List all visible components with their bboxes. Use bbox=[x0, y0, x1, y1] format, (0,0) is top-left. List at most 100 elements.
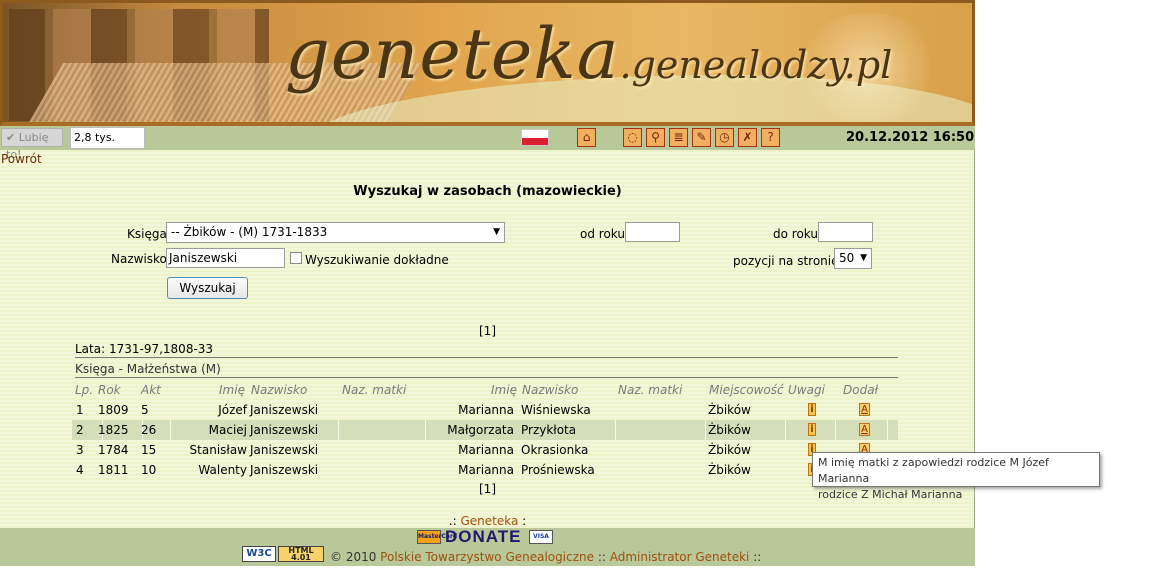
footer-sep: : bbox=[518, 514, 527, 528]
toolbar: ✔ Lubię to! 2,8 tys. ⌂ ◌ ⚲ ≣ ✎ ◷ ✗ ? 20.… bbox=[0, 126, 975, 161]
clock-icon[interactable]: ◷ bbox=[715, 128, 734, 147]
col-header-added-by: Dodał bbox=[843, 383, 878, 397]
cell-place: Żbików bbox=[708, 443, 751, 457]
col-header-place: Miejscowość bbox=[709, 383, 784, 397]
col-header-bride-name: Imię bbox=[491, 383, 517, 397]
col-header-lp: Lp. bbox=[75, 383, 94, 397]
cell-groom-surname: Janiszewski bbox=[250, 463, 319, 477]
cell-groom-name: Józef bbox=[218, 403, 247, 417]
surname-label: Nazwisko bbox=[111, 252, 167, 266]
cell-lp: 4 bbox=[76, 463, 84, 477]
book-label: Księga bbox=[127, 227, 167, 241]
back-link[interactable]: Powrót bbox=[1, 152, 42, 166]
copyright-text: © 2010 bbox=[330, 550, 381, 564]
from-year-input[interactable] bbox=[625, 222, 680, 242]
html401-badge[interactable]: HTML 4.01 bbox=[278, 546, 324, 562]
cell-bride-name: Marianna bbox=[458, 463, 514, 477]
footer-sep: :: bbox=[749, 550, 762, 564]
divider bbox=[75, 377, 898, 378]
to-year-input[interactable] bbox=[818, 222, 873, 242]
cell-place: Żbików bbox=[708, 403, 751, 417]
col-header-notes: Uwagi bbox=[788, 383, 825, 397]
cell-rok: 1825 bbox=[98, 423, 129, 437]
from-year-label: od roku bbox=[580, 227, 625, 241]
home-icon[interactable]: ⌂ bbox=[577, 128, 596, 147]
table-row[interactable]: 3 1784 15 Stanisław Janiszewski Marianna… bbox=[72, 440, 898, 460]
admin-link[interactable]: Administrator Geneteki bbox=[610, 550, 750, 564]
cell-akt: 5 bbox=[141, 403, 149, 417]
exact-search-label: Wyszukiwanie dokładne bbox=[305, 253, 449, 267]
per-page-select[interactable]: 50 ▼ bbox=[834, 248, 872, 269]
added-by-icon[interactable]: A bbox=[859, 403, 870, 416]
footer-nav: .: Geneteka : bbox=[0, 514, 975, 528]
search-button[interactable]: Wyszukaj bbox=[167, 277, 248, 299]
cell-groom-surname: Janiszewski bbox=[250, 443, 319, 457]
current-datetime: 20.12.2012 16:50 bbox=[846, 130, 975, 145]
page-link-1[interactable]: [1] bbox=[479, 324, 496, 338]
table-row[interactable]: 4 1811 10 Walenty Janiszewski Marianna P… bbox=[72, 460, 898, 480]
col-header-bride-mother: Naz. matki bbox=[618, 383, 683, 397]
cell-bride-surname: Prośniewska bbox=[521, 463, 595, 477]
cell-akt: 10 bbox=[141, 463, 157, 477]
cell-bride-name: Marianna bbox=[458, 403, 514, 417]
col-header-groom-name: Imię bbox=[219, 383, 245, 397]
table-row[interactable]: 2 1825 26 Maciej Janiszewski Małgorzata … bbox=[72, 420, 898, 440]
cell-akt: 15 bbox=[141, 443, 157, 457]
cell-bride-surname: Przykłota bbox=[521, 423, 577, 437]
info-icon[interactable]: i bbox=[808, 403, 816, 416]
cell-groom-surname: Janiszewski bbox=[250, 403, 319, 417]
like-count: 2,8 tys. bbox=[70, 127, 145, 149]
w3c-badge[interactable]: W3C bbox=[242, 546, 276, 562]
info-icon[interactable]: i bbox=[808, 423, 816, 436]
tooltip-line: M imię matki z zapowiedzi rodzice M Józe… bbox=[818, 456, 1049, 485]
page-title: Wyszukaj w zasobach (mazowieckie) bbox=[353, 184, 622, 199]
list-icon[interactable]: ≣ bbox=[669, 128, 688, 147]
years-range: Lata: 1731-97,1808-33 bbox=[75, 342, 214, 356]
col-header-groom-surname: Nazwisko bbox=[251, 383, 308, 397]
cell-bride-name: Marianna bbox=[458, 443, 514, 457]
notes-tooltip: M imię matki z zapowiedzi rodzice M Józe… bbox=[812, 452, 1100, 501]
geneteka-link[interactable]: Geneteka bbox=[460, 514, 518, 528]
cell-groom-name: Maciej bbox=[208, 423, 247, 437]
cell-rok: 1811 bbox=[98, 463, 129, 477]
ptg-link[interactable]: Polskie Towarzystwo Genealogiczne bbox=[380, 550, 594, 564]
cell-groom-surname: Janiszewski bbox=[250, 423, 319, 437]
visa-icon: VISA bbox=[529, 530, 553, 544]
donate-label: DONATE bbox=[445, 527, 522, 546]
col-header-rok: Rok bbox=[98, 383, 121, 397]
cell-rok: 1784 bbox=[98, 443, 129, 457]
pager-top[interactable]: [1] bbox=[0, 324, 975, 338]
exact-search-checkbox[interactable] bbox=[290, 252, 302, 264]
edit-icon[interactable]: ✎ bbox=[692, 128, 711, 147]
tools-icon[interactable]: ✗ bbox=[738, 128, 757, 147]
site-banner[interactable]: geneteka.genealodzy.pl bbox=[0, 0, 975, 126]
added-by-icon[interactable]: A bbox=[859, 423, 870, 436]
cell-place: Żbików bbox=[708, 423, 751, 437]
book-type: Księga - Małżeństwa (M) bbox=[75, 362, 221, 376]
cell-lp: 3 bbox=[76, 443, 84, 457]
page-link-1[interactable]: [1] bbox=[479, 482, 496, 496]
polish-flag-icon[interactable] bbox=[521, 129, 549, 146]
book-select-value: -- Żbików - (M) 1731-1833 bbox=[171, 225, 328, 239]
help-icon[interactable]: ? bbox=[761, 128, 780, 147]
footer-sep: :: bbox=[594, 550, 610, 564]
cell-bride-name: Małgorzata bbox=[447, 423, 514, 437]
footer-sep: .: bbox=[448, 514, 461, 528]
cell-lp: 1 bbox=[76, 403, 84, 417]
map-icon[interactable]: ◌ bbox=[623, 128, 642, 147]
facebook-like-button[interactable]: ✔ Lubię to! bbox=[1, 128, 63, 161]
surname-input[interactable]: Janiszewski bbox=[166, 248, 285, 268]
table-row[interactable]: 1 1809 5 Józef Janiszewski Marianna Wiśn… bbox=[72, 400, 898, 420]
cell-rok: 1809 bbox=[98, 403, 129, 417]
per-page-label: pozycji na stronie bbox=[733, 254, 839, 268]
book-select[interactable]: -- Żbików - (M) 1731-1833 ▼ bbox=[166, 222, 505, 243]
site-logo: geneteka.genealodzy.pl bbox=[285, 13, 893, 95]
cell-lp: 2 bbox=[76, 423, 84, 437]
col-header-groom-mother: Naz. matki bbox=[342, 383, 407, 397]
chevron-down-icon: ▼ bbox=[860, 253, 867, 263]
search-icon[interactable]: ⚲ bbox=[646, 128, 665, 147]
cell-place: Żbików bbox=[708, 463, 751, 477]
cell-groom-name: Walenty bbox=[198, 463, 247, 477]
col-header-akt: Akt bbox=[141, 383, 161, 397]
cell-bride-surname: Okrasionka bbox=[521, 443, 589, 457]
